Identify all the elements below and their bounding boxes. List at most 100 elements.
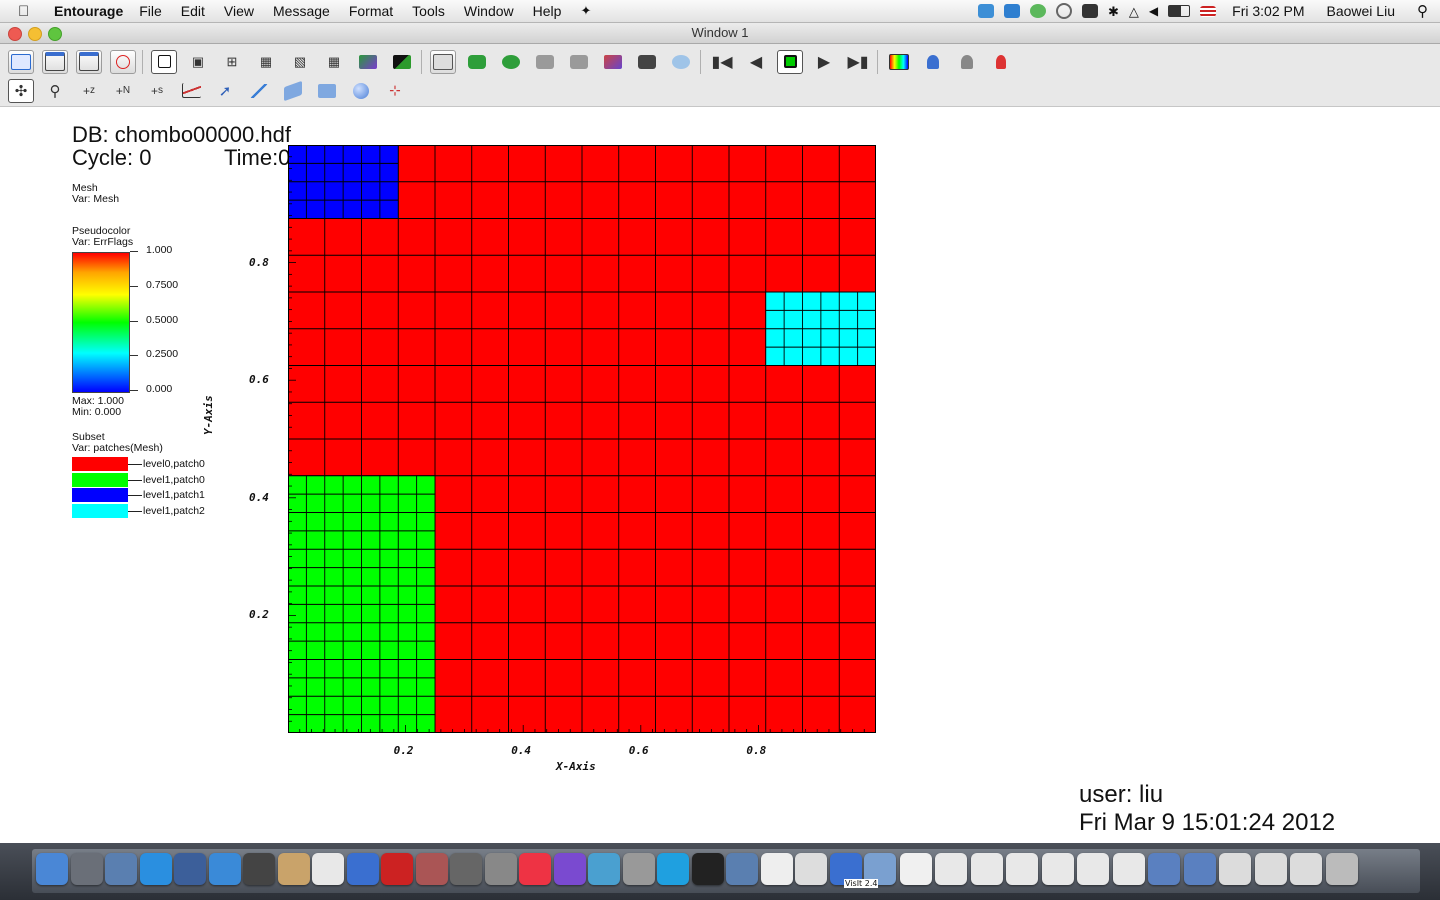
- color-table-icon[interactable]: [886, 50, 912, 74]
- wifi-icon[interactable]: △: [1129, 4, 1139, 19]
- zoom-icon[interactable]: ⚲: [42, 79, 68, 103]
- binoculars-icon[interactable]: [1082, 4, 1098, 18]
- layout-2x4-icon[interactable]: ▧: [287, 50, 313, 74]
- screenshot2-icon[interactable]: [1183, 853, 1216, 885]
- photo-booth-icon[interactable]: [381, 853, 413, 885]
- document2-icon[interactable]: [935, 853, 967, 885]
- preview-icon[interactable]: [105, 853, 137, 885]
- line-tool-icon[interactable]: [246, 79, 272, 103]
- lock-view-icon[interactable]: [389, 50, 415, 74]
- camera-icon[interactable]: [450, 853, 482, 885]
- launchpad-icon[interactable]: [70, 853, 103, 885]
- address-book-icon[interactable]: [277, 853, 310, 885]
- skype-icon[interactable]: [657, 853, 689, 885]
- plane-tool-icon[interactable]: [280, 79, 306, 103]
- new-window-icon[interactable]: [42, 49, 68, 74]
- bluetooth-app-icon[interactable]: [1004, 4, 1020, 18]
- flag-us-icon[interactable]: [1200, 5, 1217, 17]
- menu-help[interactable]: Help: [533, 3, 562, 19]
- layout-1x2-icon[interactable]: ▣: [185, 50, 211, 74]
- dropbox-icon[interactable]: [978, 4, 994, 18]
- lineout-icon[interactable]: [178, 79, 204, 103]
- eclipse-icon[interactable]: [553, 853, 586, 885]
- camera-icon[interactable]: [634, 50, 660, 74]
- window2-icon[interactable]: [1254, 853, 1287, 885]
- document6-icon[interactable]: [1077, 853, 1109, 885]
- navigate-icon[interactable]: ✣: [8, 78, 34, 103]
- script-icon[interactable]: ✦: [580, 3, 591, 19]
- finder-icon[interactable]: [36, 853, 68, 885]
- box-tool-icon[interactable]: [314, 79, 340, 103]
- bluetooth-icon[interactable]: ✱: [1108, 4, 1119, 19]
- sphere-tool-icon[interactable]: [348, 79, 374, 103]
- safari-icon[interactable]: [208, 853, 241, 885]
- slider-tool-icon[interactable]: ⊹: [382, 79, 408, 103]
- menu-tools[interactable]: Tools: [412, 3, 445, 19]
- calendar-icon[interactable]: [312, 853, 344, 885]
- reset-view-icon[interactable]: [464, 50, 490, 74]
- system-preferences-icon[interactable]: [484, 853, 517, 885]
- layout-2x2-icon[interactable]: ⊞: [219, 50, 245, 74]
- battery-icon[interactable]: [1168, 5, 1191, 17]
- mail-bird-icon[interactable]: [174, 853, 206, 885]
- checklist-icon[interactable]: [8, 49, 34, 74]
- facetime-icon[interactable]: [243, 853, 275, 885]
- node-pick-icon[interactable]: + N: [110, 79, 136, 103]
- redo-view-icon[interactable]: [566, 50, 592, 74]
- window-icon[interactable]: [1219, 853, 1251, 885]
- invert-background-icon[interactable]: [355, 50, 381, 74]
- stop-icon[interactable]: [777, 49, 803, 74]
- menu-edit[interactable]: Edit: [181, 3, 205, 19]
- spotlight-icon[interactable]: ⚲: [1417, 2, 1428, 20]
- screenshot-icon[interactable]: [1148, 853, 1180, 885]
- goto-first-icon[interactable]: ▮◀: [709, 50, 735, 74]
- document3-icon[interactable]: [970, 853, 1003, 885]
- menu-format[interactable]: Format: [349, 3, 393, 19]
- save-image-icon[interactable]: [600, 50, 626, 74]
- layout-2x3-icon[interactable]: ▦: [253, 50, 279, 74]
- zone-pick-icon[interactable]: + z: [76, 79, 102, 103]
- play-icon[interactable]: ▶: [811, 50, 837, 74]
- menu-message[interactable]: Message: [273, 3, 330, 19]
- layout-1x1-icon[interactable]: [151, 49, 177, 74]
- volume-icon[interactable]: ◀: [1149, 4, 1158, 18]
- window3-icon[interactable]: [1290, 853, 1322, 885]
- pick-icon[interactable]: ➚: [212, 79, 238, 103]
- clear-plots-icon[interactable]: [988, 50, 1014, 74]
- menu-clock[interactable]: Fri 3:02 PM: [1232, 3, 1304, 19]
- x11-icon[interactable]: [760, 853, 793, 885]
- viz-window[interactable]: DB: chombo00000.hdf Cycle: 0 Time:0 Mesh…: [0, 107, 1440, 842]
- textedit-icon[interactable]: [795, 853, 827, 885]
- menu-app-name[interactable]: Entourage: [54, 3, 123, 19]
- reverse-step-icon[interactable]: ◀: [743, 50, 769, 74]
- apple-icon[interactable]: : [18, 3, 40, 20]
- document5-icon[interactable]: [1041, 853, 1074, 885]
- menu-window[interactable]: Window: [464, 3, 514, 19]
- operator-attr-icon[interactable]: [954, 50, 980, 74]
- mesh-plot[interactable]: [288, 145, 876, 733]
- document-icon[interactable]: [899, 853, 932, 885]
- itunes-icon[interactable]: [346, 853, 379, 885]
- clear-window-icon[interactable]: [110, 49, 136, 74]
- recenter-icon[interactable]: [498, 50, 524, 74]
- iphoto-icon[interactable]: [415, 853, 448, 885]
- plot-attr-icon[interactable]: [920, 50, 946, 74]
- time-machine-icon[interactable]: [1056, 3, 1072, 19]
- undo-view-icon[interactable]: [532, 50, 558, 74]
- layout-3x3-icon[interactable]: ▦: [321, 50, 347, 74]
- terminal-icon[interactable]: [691, 853, 724, 885]
- app-store-icon[interactable]: [139, 853, 172, 885]
- trash-icon[interactable]: [1325, 853, 1358, 885]
- copy-window-icon[interactable]: [76, 49, 102, 74]
- spreadsheet-pick-icon[interactable]: + s: [144, 79, 170, 103]
- box-view-icon[interactable]: [430, 49, 456, 74]
- menu-file[interactable]: File: [139, 3, 162, 19]
- menu-user[interactable]: Baowei Liu: [1327, 3, 1396, 19]
- preview2-icon[interactable]: [726, 853, 758, 885]
- utilities-icon[interactable]: [622, 853, 655, 885]
- document7-icon[interactable]: [1112, 853, 1145, 885]
- document4-icon[interactable]: [1006, 853, 1038, 885]
- forward-step-icon[interactable]: ▶▮: [845, 50, 871, 74]
- spin-icon[interactable]: [668, 50, 694, 74]
- lw-icon[interactable]: [588, 853, 620, 885]
